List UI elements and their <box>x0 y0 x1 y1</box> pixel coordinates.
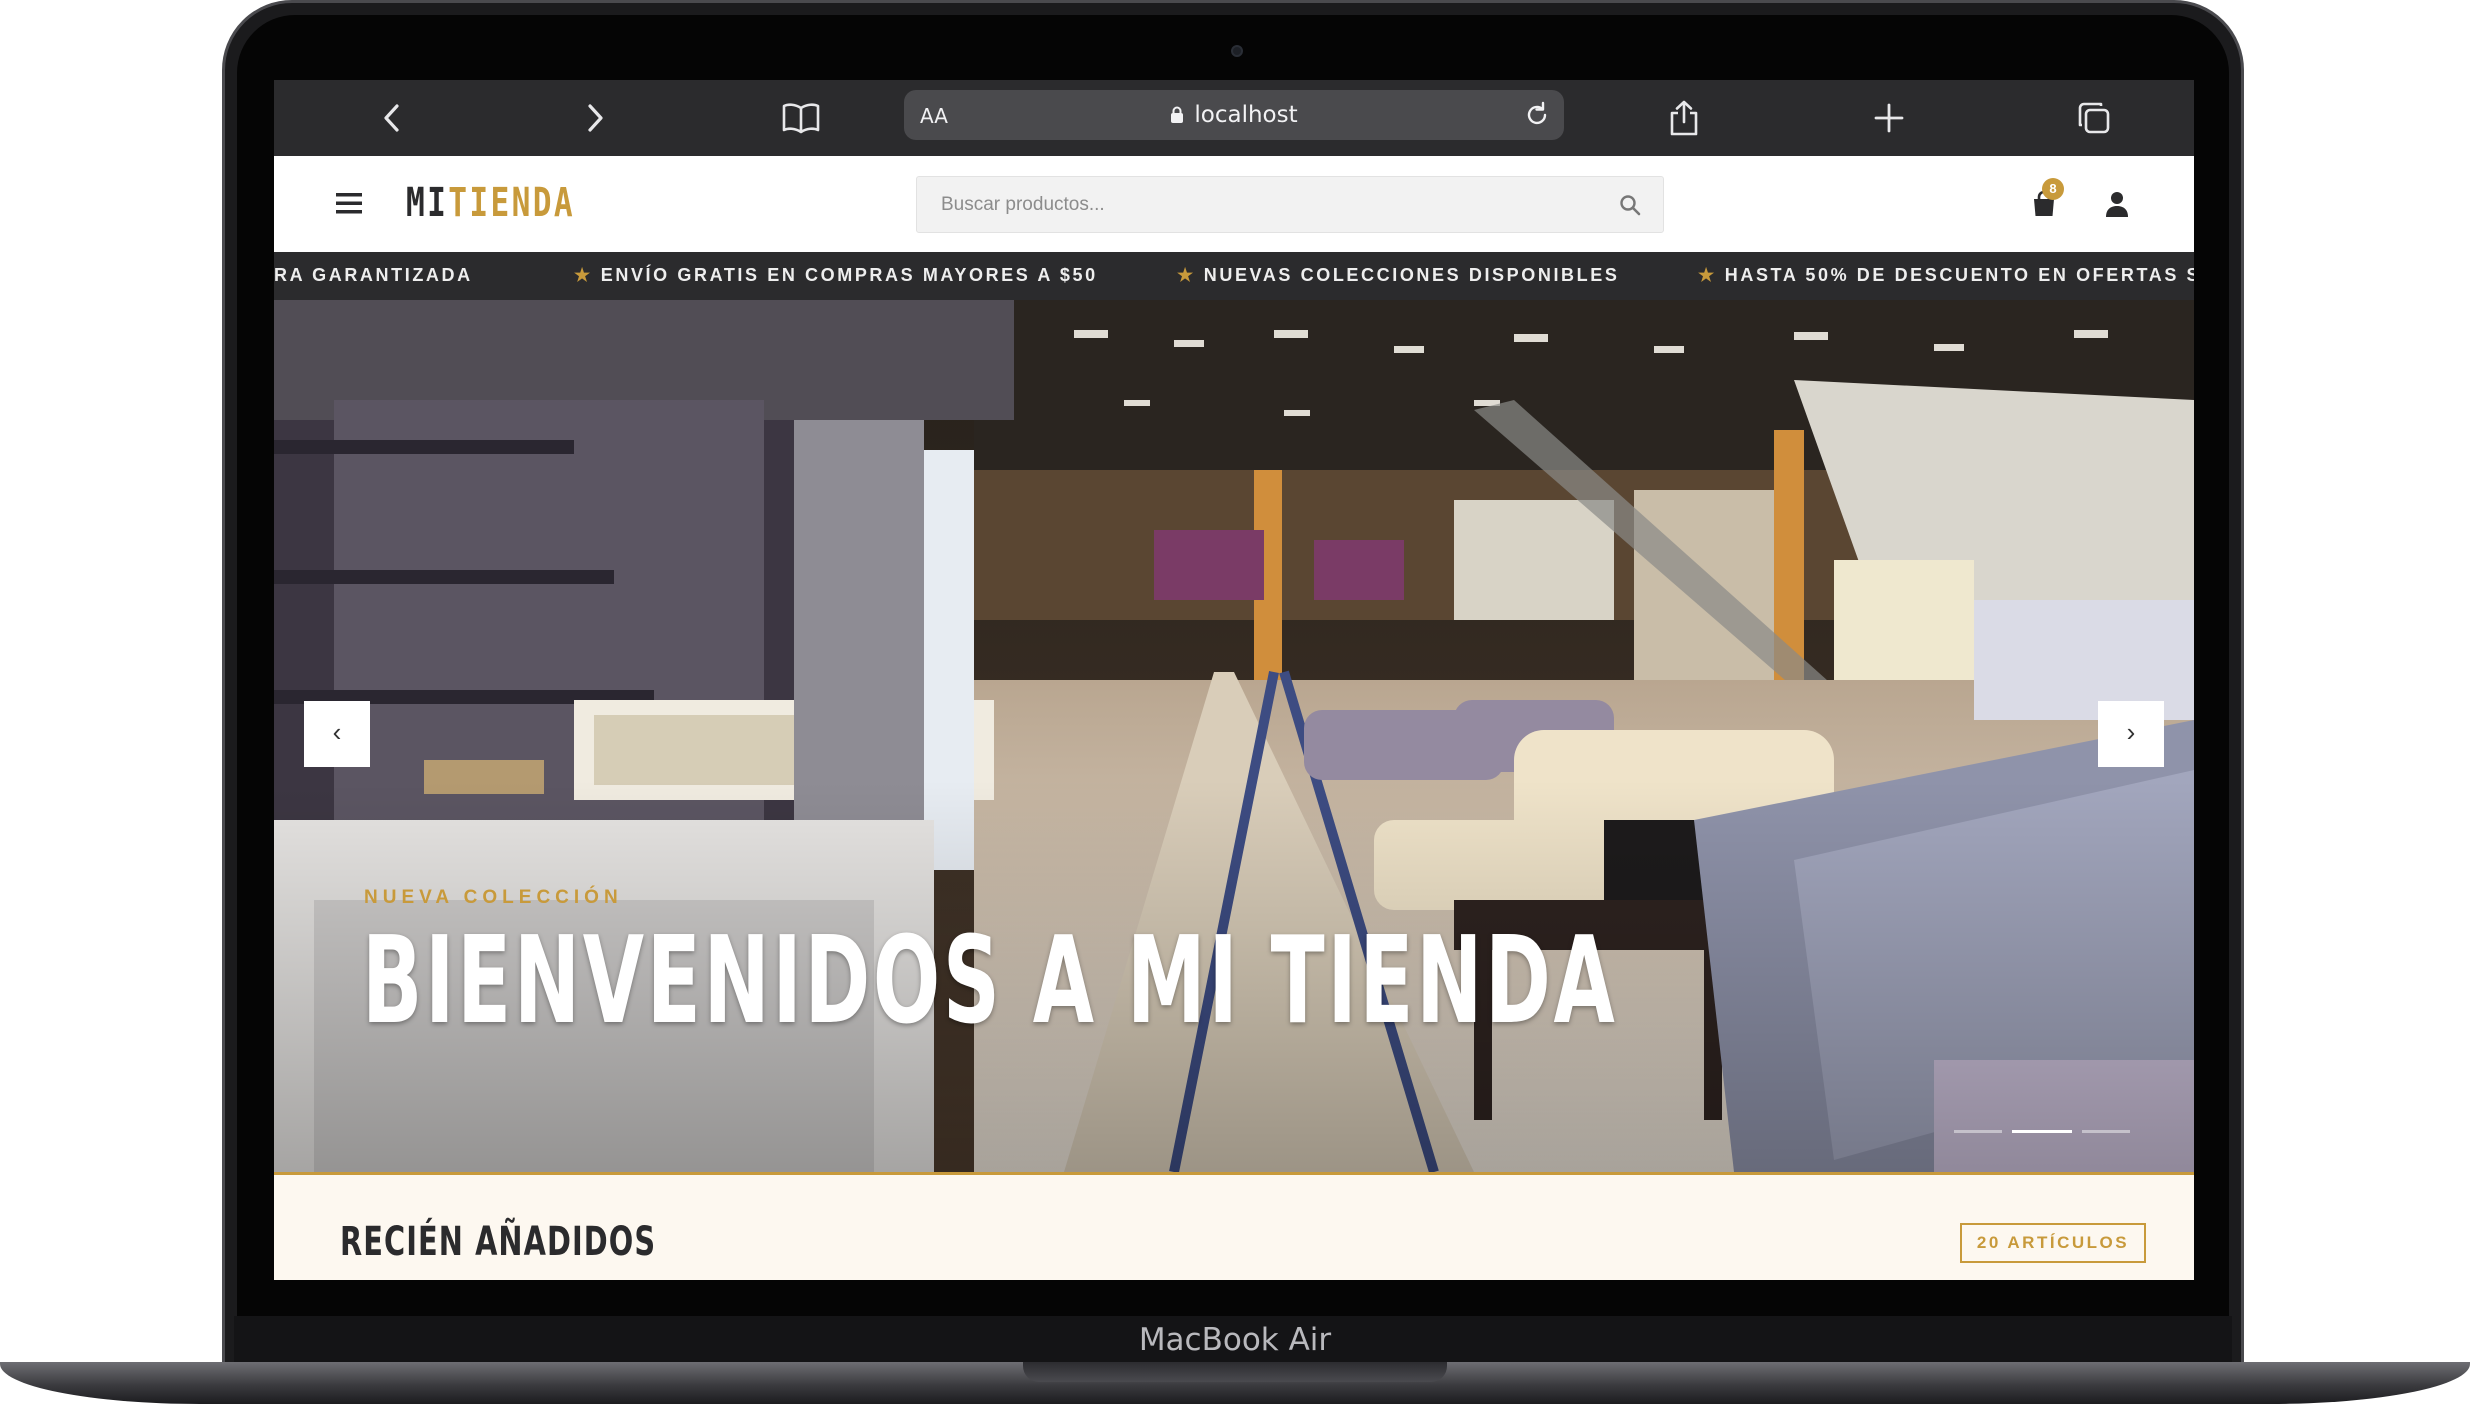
share-icon <box>1670 100 1698 136</box>
hero-title: BIENVENIDOS A MI TIENDA <box>362 912 1618 1051</box>
chevron-left-icon <box>384 104 399 132</box>
device-label: MacBook Air <box>1138 1322 1332 1358</box>
search-box <box>916 176 1664 233</box>
slider-dots <box>1954 1130 2130 1134</box>
laptop-mockup: AA localhost MITIENDA Buscar productos..… <box>0 0 2470 1420</box>
announcement-ticker: RA GARANTIZADA ★ ENVÍO GRATIS EN COMPRAS … <box>274 252 2194 300</box>
user-icon[interactable] <box>2104 190 2130 218</box>
browser-screen: AA localhost MITIENDA Buscar productos..… <box>274 80 2194 1280</box>
star-icon: ★ <box>574 265 593 285</box>
search-icon[interactable] <box>1619 194 1641 216</box>
book-icon <box>782 103 820 134</box>
hero-slider: ‹ › NUEVA COLECCIÓN BIENVENIDOS A MI TIE… <box>274 300 2194 1172</box>
address-bar[interactable]: AA localhost <box>904 90 1564 140</box>
star-icon: ★ <box>1698 265 1717 285</box>
back-button[interactable] <box>368 94 416 142</box>
chevron-right-icon <box>588 104 603 132</box>
logo-part-tienda: TIENDA <box>448 180 576 226</box>
lock-icon <box>1171 106 1184 123</box>
star-icon: ★ <box>1177 265 1196 285</box>
recently-added-section: RECIÉN AÑADIDOS 20 ARTÍCULOS <box>274 1175 2194 1280</box>
slider-prev-button[interactable]: ‹ <box>304 701 370 767</box>
slider-dot-active[interactable] <box>2012 1130 2072 1133</box>
new-tab-button[interactable] <box>1865 94 1913 142</box>
cart-count-badge: 8 <box>2042 178 2064 200</box>
slider-next-button[interactable]: › <box>2098 701 2164 767</box>
search-input[interactable] <box>917 177 1663 232</box>
slider-dot[interactable] <box>1954 1130 2002 1133</box>
laptop-hinge-notch <box>1023 1362 1447 1382</box>
safari-toolbar: AA localhost <box>274 80 2194 156</box>
hero-kicker: NUEVA COLECCIÓN <box>364 887 623 908</box>
url-host-text: localhost <box>1194 102 1298 128</box>
tabs-icon <box>2078 102 2110 134</box>
bookmarks-button[interactable] <box>777 94 825 142</box>
reload-icon[interactable] <box>1522 100 1552 130</box>
section-title: RECIÉN AÑADIDOS <box>340 1219 657 1265</box>
forward-button[interactable] <box>571 94 619 142</box>
camera-icon <box>1231 45 1243 57</box>
site-header: MITIENDA 8 <box>274 156 2194 252</box>
share-button[interactable] <box>1660 94 1708 142</box>
logo-part-mi: MI <box>406 180 449 226</box>
plus-icon <box>1874 103 1904 133</box>
ticker-item: ★ HASTA 50% DE DESCUENTO EN OFERTAS SELE <box>1698 265 2194 285</box>
ticker-item: ★ NUEVAS COLECCIONES DISPONIBLES <box>1177 265 1620 285</box>
url-host: localhost <box>904 102 1564 128</box>
menu-icon[interactable] <box>334 190 364 216</box>
item-count-badge[interactable]: 20 ARTÍCULOS <box>1960 1223 2146 1263</box>
slider-dot[interactable] <box>2082 1130 2130 1133</box>
site-logo[interactable]: MITIENDA <box>406 180 575 226</box>
tabs-overview-button[interactable] <box>2070 94 2118 142</box>
ticker-item: ★ ENVÍO GRATIS EN COMPRAS MAYORES A $50 <box>574 265 1098 285</box>
ticker-item: RA GARANTIZADA <box>274 265 473 285</box>
